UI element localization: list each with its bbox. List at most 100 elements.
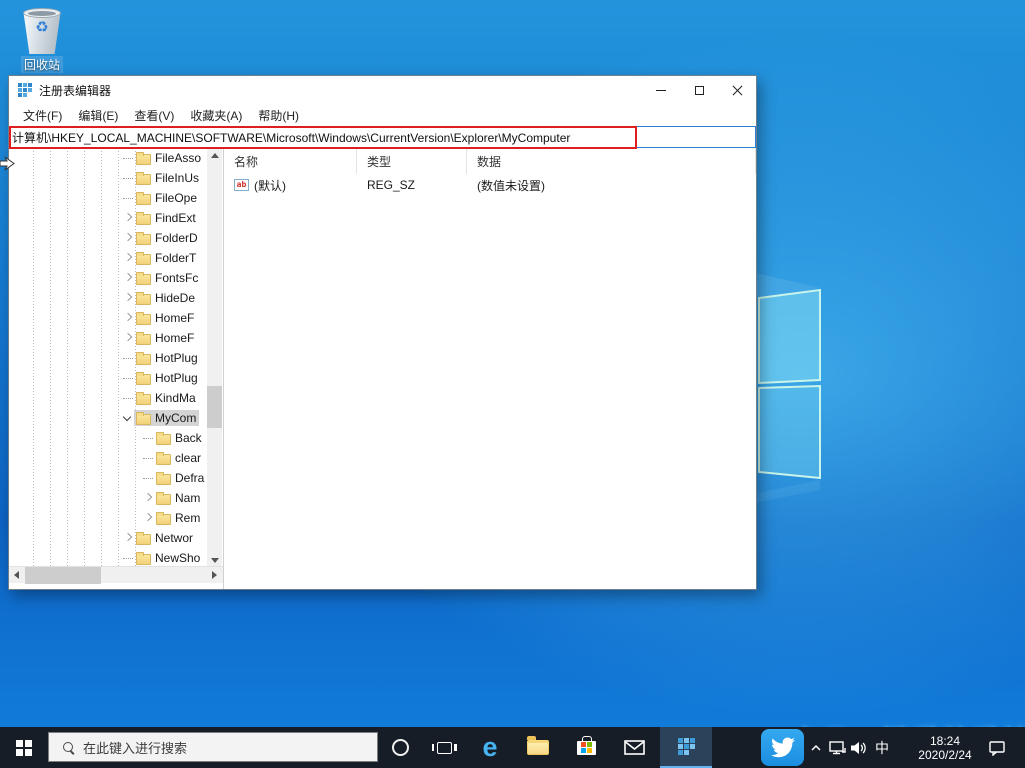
recycle-bin-icon[interactable]: ♻ (21, 6, 63, 54)
tree-expand-chevron-icon[interactable] (122, 292, 134, 304)
tree-item-target[interactable]: HomeF (134, 330, 197, 346)
value-row[interactable]: ab (默认) REG_SZ (数值未设置) (224, 174, 756, 196)
cortana-button[interactable] (378, 727, 422, 768)
tree-item[interactable]: FolderD (9, 228, 208, 248)
tree-item-target[interactable]: HotPlug (134, 370, 201, 386)
tree-item[interactable]: FileAsso (9, 148, 208, 168)
tree-item[interactable]: KindMa (9, 388, 208, 408)
tree-expand-chevron-icon[interactable] (122, 152, 134, 164)
tree-item[interactable]: FileInUs (9, 168, 208, 188)
tree-item-target[interactable]: FolderT (134, 250, 199, 266)
tree-expand-chevron-icon[interactable] (122, 212, 134, 224)
tree-item-target[interactable]: FileInUs (134, 170, 202, 186)
vertical-scroll-thumb[interactable] (207, 386, 222, 428)
tree-item-target[interactable]: Rem (154, 510, 203, 526)
scroll-left-button[interactable] (9, 567, 26, 584)
column-header-name[interactable]: 名称 (224, 148, 357, 174)
tree-item-target[interactable]: Defra (154, 470, 207, 486)
tree-item[interactable]: Back (9, 428, 208, 448)
tree-expand-chevron-icon[interactable] (122, 412, 134, 424)
tree-expand-chevron-icon[interactable] (142, 512, 154, 524)
tree-item-target[interactable]: NewSho (134, 550, 203, 566)
scroll-right-button[interactable] (206, 567, 223, 584)
tree-item[interactable]: Defra (9, 468, 208, 488)
tree-item[interactable]: Rem (9, 508, 208, 528)
tree-item[interactable]: HideDe (9, 288, 208, 308)
tree-item-target[interactable]: clear (154, 450, 204, 466)
tree-item-target[interactable]: FileOpe (134, 190, 200, 206)
start-button[interactable] (0, 727, 48, 768)
maximize-button[interactable] (680, 76, 718, 104)
column-header-type[interactable]: 类型 (357, 148, 467, 174)
tree-item-target[interactable]: HotPlug (134, 350, 201, 366)
ime-indicator[interactable]: 中 (870, 727, 894, 768)
tree-item[interactable]: FolderT (9, 248, 208, 268)
tree-expand-chevron-icon[interactable] (122, 312, 134, 324)
tree-expand-chevron-icon[interactable] (122, 532, 134, 544)
close-button[interactable] (718, 76, 756, 104)
tree-item-target[interactable]: FolderD (134, 230, 201, 246)
tree-expand-chevron-icon[interactable] (122, 392, 134, 404)
tree-item[interactable]: FileOpe (9, 188, 208, 208)
tree-horizontal-scrollbar[interactable] (9, 566, 223, 584)
tree-expand-chevron-icon[interactable] (122, 352, 134, 364)
twitter-button[interactable] (761, 729, 804, 766)
regedit-taskbar-button-active[interactable] (660, 727, 712, 768)
tree-item[interactable]: HomeF (9, 308, 208, 328)
tree-expand-chevron-icon[interactable] (142, 472, 154, 484)
tree-expand-chevron-icon[interactable] (142, 492, 154, 504)
tree-item-target[interactable]: Networ (134, 530, 196, 546)
horizontal-scroll-thumb[interactable] (25, 567, 101, 584)
tree-item[interactable]: HomeF (9, 328, 208, 348)
tree-item[interactable]: clear (9, 448, 208, 468)
tree-item-target[interactable]: MyCom (134, 410, 200, 426)
recycle-bin[interactable]: ♻ 回收站 (14, 6, 70, 74)
tree-expand-chevron-icon[interactable] (122, 372, 134, 384)
minimize-button[interactable] (642, 76, 680, 104)
title-bar[interactable]: 注册表编辑器 (9, 76, 756, 104)
tree-item[interactable]: HotPlug (9, 368, 208, 388)
tree-expand-chevron-icon[interactable] (122, 232, 134, 244)
tree-item[interactable]: Networ (9, 528, 208, 548)
taskbar-search-input[interactable]: 在此键入进行搜索 (48, 732, 378, 762)
tree-expand-chevron-icon[interactable] (122, 172, 134, 184)
tree-item[interactable]: HotPlug (9, 348, 208, 368)
tree-expand-chevron-icon[interactable] (142, 452, 154, 464)
tree-item-target[interactable]: Back (154, 430, 205, 446)
tree-item[interactable]: MyCom (9, 408, 208, 428)
volume-button[interactable] (848, 727, 870, 768)
tree-item-target[interactable]: HomeF (134, 310, 197, 326)
tree-item[interactable]: Nam (9, 488, 208, 508)
tree-vertical-scrollbar[interactable] (207, 148, 222, 568)
tree-expand-chevron-icon[interactable] (122, 552, 134, 564)
tree-item-target[interactable]: FileAsso (134, 150, 204, 166)
tree-item-target[interactable]: FontsFc (134, 270, 201, 286)
tree-item[interactable]: FontsFc (9, 268, 208, 288)
microsoft-store-button[interactable] (562, 727, 610, 768)
menu-item[interactable]: 查看(V) (126, 105, 182, 126)
tree-item-target[interactable]: FindExt (134, 210, 199, 226)
address-bar[interactable]: 计算机\HKEY_LOCAL_MACHINE\SOFTWARE\Microsof… (9, 126, 756, 148)
menu-item[interactable]: 帮助(H) (250, 105, 307, 126)
action-center-button[interactable] (982, 727, 1012, 768)
file-explorer-button[interactable] (514, 727, 562, 768)
tree-item[interactable]: NewSho (9, 548, 208, 568)
menu-item[interactable]: 编辑(E) (70, 105, 126, 126)
mail-button[interactable] (610, 727, 658, 768)
tree-expand-chevron-icon[interactable] (122, 332, 134, 344)
column-header-data[interactable]: 数据 (467, 148, 756, 174)
tree-expand-chevron-icon[interactable] (142, 432, 154, 444)
tree-item-target[interactable]: Nam (154, 490, 203, 506)
menu-item[interactable]: 收藏夹(A) (182, 105, 250, 126)
edge-button[interactable]: e (466, 727, 514, 768)
taskbar-clock[interactable]: 18:24 2020/2/24 (910, 727, 980, 768)
network-status-button[interactable] (826, 727, 848, 768)
tree-expand-chevron-icon[interactable] (122, 252, 134, 264)
tree-expand-chevron-icon[interactable] (122, 192, 134, 204)
menu-item[interactable]: 文件(F) (15, 105, 70, 126)
scroll-up-button[interactable] (207, 148, 222, 163)
tree-item[interactable]: FindExt (9, 208, 208, 228)
task-view-button[interactable] (422, 727, 466, 768)
tree-item-target[interactable]: HideDe (134, 290, 198, 306)
hidden-icons-button[interactable] (806, 727, 826, 768)
